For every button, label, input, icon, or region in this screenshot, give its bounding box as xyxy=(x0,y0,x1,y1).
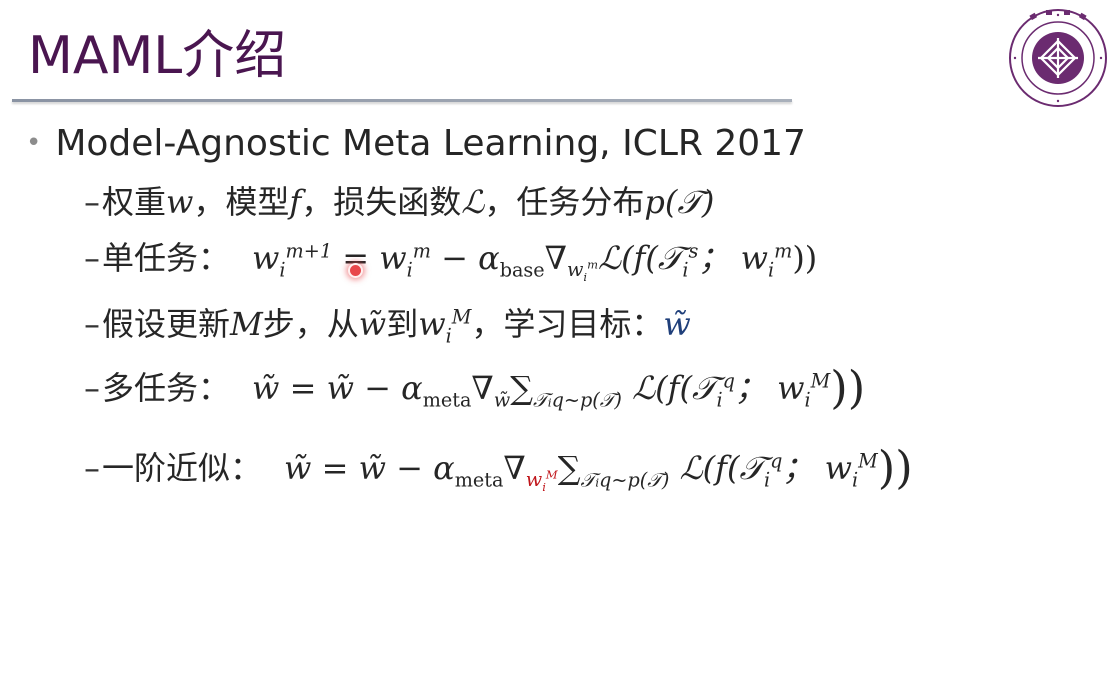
formula-multi-task: w̃ = w̃ − αmeta∇w̃∑𝒯ᵢq~p(𝒯) ℒ(f(𝒯iq； wiM… xyxy=(252,361,866,414)
text-steps-from: 步，从 xyxy=(262,305,359,343)
text-weight: 权重 xyxy=(102,183,167,221)
text-loss: ，损失函数 xyxy=(301,183,462,221)
main-bullet-text: Model-Agnostic Meta Learning, ICLR 2017 xyxy=(55,123,806,164)
formula-first-order: w̃ = w̃ − αmeta∇wiM∑𝒯ᵢq~p(𝒯) ℒ(f(𝒯iq； wi… xyxy=(284,441,913,495)
sub-item-definitions: –权重w，模型f，损失函数ℒ，任务分布p(𝒯) xyxy=(84,180,714,224)
symbol-w-i-M: wiM xyxy=(418,305,472,348)
bullet-dot-icon: • xyxy=(26,128,42,158)
sub-item-first-order: –一阶近似： w̃ = w̃ − αmeta∇wiM∑𝒯ᵢq~p(𝒯) ℒ(f(𝒯… xyxy=(84,441,913,495)
sub-item-multi-task: –多任务： w̃ = w̃ − αmeta∇w̃∑𝒯ᵢq~p(𝒯) ℒ(f(𝒯iq… xyxy=(84,361,866,414)
slide: MAML介绍 • Model-Agnostic Meta Learning, IC… xyxy=(0,0,1120,685)
symbol-loss: ℒ xyxy=(461,183,485,221)
text-learning-goal: ，学习目标： xyxy=(471,305,664,343)
label-single-task: 单任务： xyxy=(102,239,231,277)
title-divider xyxy=(12,99,792,102)
text-task-dist: ，任务分布 xyxy=(484,183,645,221)
text-assume-update: 假设更新 xyxy=(102,305,231,343)
dash-icon: – xyxy=(84,305,100,343)
slide-title: MAML介绍 xyxy=(28,26,287,86)
formula-single-task: wim+1 = wim − αbase∇wimℒ(f(𝒯is； wim)) xyxy=(252,239,818,285)
symbol-w: w xyxy=(166,183,194,221)
highlight-gradient-subscript: wiM xyxy=(525,468,558,495)
label-multi-task: 多任务： xyxy=(102,369,231,407)
symbol-M: M xyxy=(230,305,263,343)
dash-icon: – xyxy=(84,183,100,221)
sub-item-single-task: –单任务： wim+1 = wim − αbase∇wimℒ(f(𝒯is； wim… xyxy=(84,236,818,285)
sub-item-update-steps: –假设更新M步，从w̃到wiM，学习目标：w̃ xyxy=(84,302,691,346)
dash-icon: – xyxy=(84,239,100,277)
symbol-goal-w-tilde: w̃ xyxy=(663,305,691,343)
dash-icon: – xyxy=(84,449,100,487)
dash-icon: – xyxy=(84,369,100,407)
symbol-f: f xyxy=(289,183,302,221)
label-first-order: 一阶近似： xyxy=(102,449,263,487)
text-to: 到 xyxy=(386,305,419,343)
laser-pointer-icon xyxy=(348,263,363,278)
text-model: ，模型 xyxy=(193,183,290,221)
university-seal-icon xyxy=(1009,9,1107,107)
symbol-w-tilde: w̃ xyxy=(358,305,387,343)
main-bullet: • Model-Agnostic Meta Learning, ICLR 2017 xyxy=(26,118,806,169)
symbol-task-dist: p(𝒯) xyxy=(644,183,715,221)
